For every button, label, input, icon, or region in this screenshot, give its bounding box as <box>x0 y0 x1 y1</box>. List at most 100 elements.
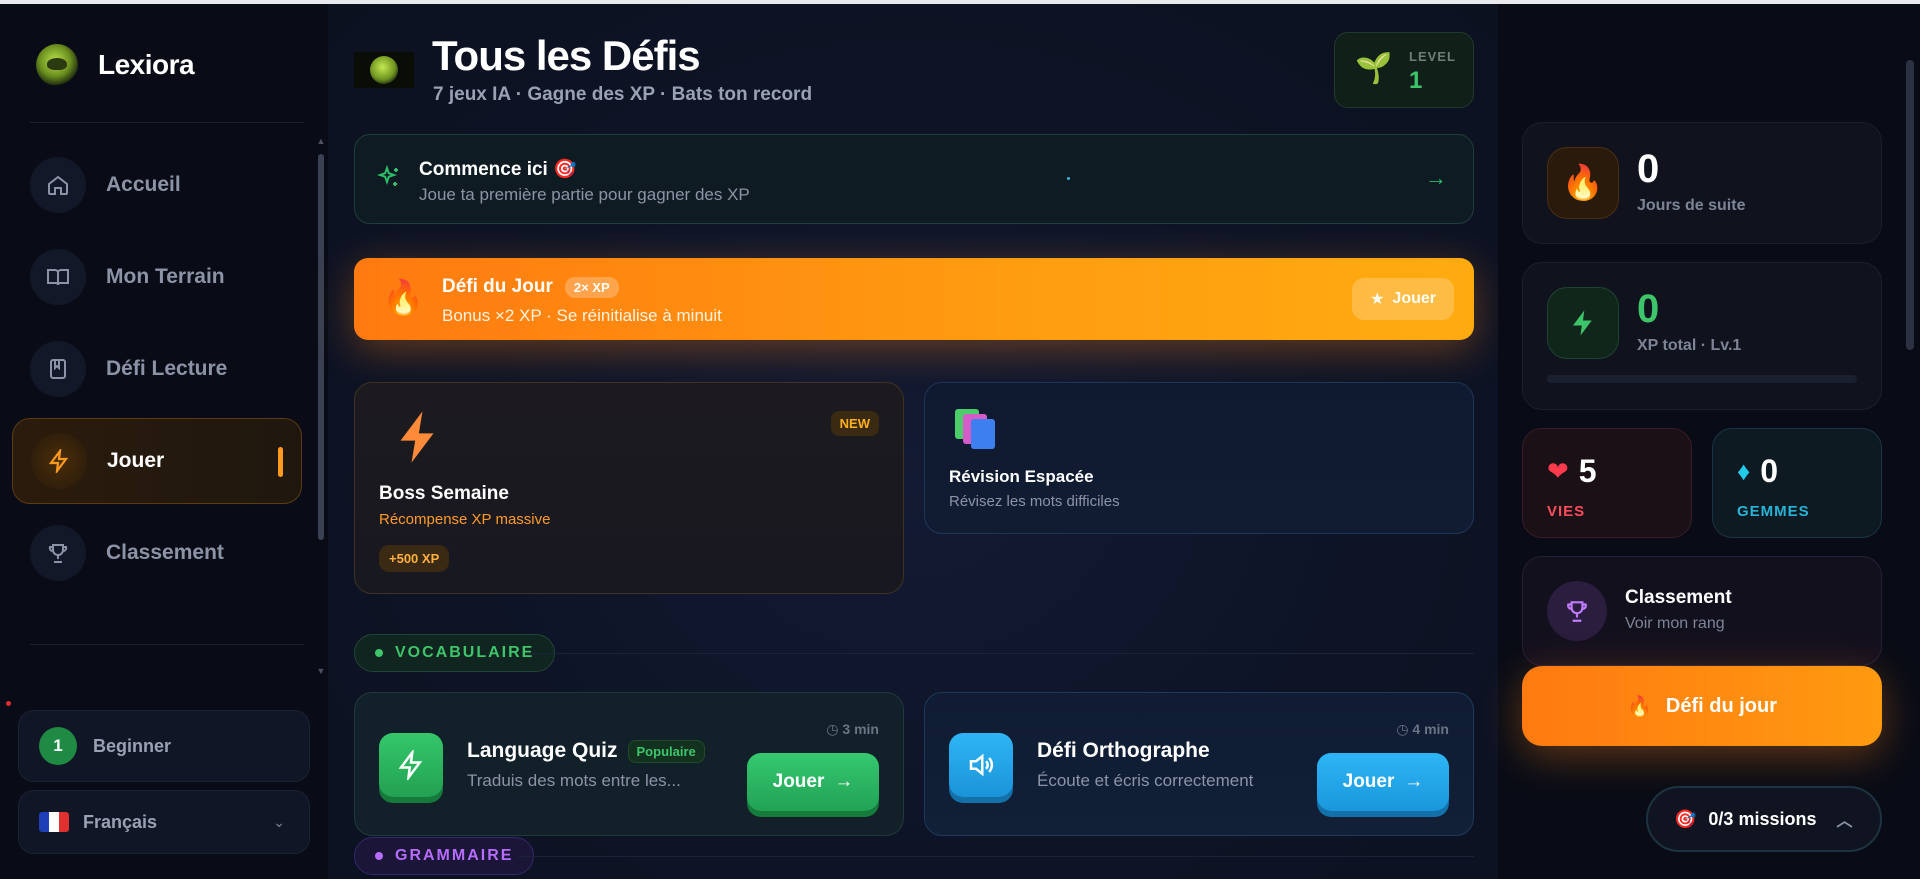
section-vocabulaire: VOCABULAIRE <box>354 634 556 672</box>
france-flag-icon <box>39 812 69 832</box>
diamond-icon: ♦ <box>1737 456 1751 486</box>
lightning-icon <box>379 733 443 797</box>
flame-icon: 🔥 <box>1547 147 1619 219</box>
leaderboard-subtitle: Voir mon rang <box>1625 615 1725 632</box>
notification-dot <box>6 701 11 706</box>
daily-play-button[interactable]: ★ Jouer <box>1352 278 1454 320</box>
book-icon <box>30 341 86 397</box>
streak-value: 0 <box>1637 147 1660 191</box>
level-number-badge: 1 <box>39 727 77 765</box>
sidebar-item-label: Défi Lecture <box>106 357 228 380</box>
xp-reward-badge: +500 XP <box>379 545 450 572</box>
sparkles-icon <box>376 164 401 196</box>
language-label: Français <box>83 811 158 832</box>
daily-challenge-button[interactable]: 🔥 Défi du jour <box>1522 666 1882 746</box>
missions-label: 0/3 missions <box>1708 808 1817 829</box>
start-here-card[interactable]: Commence ici 🎯 Joue ta première partie p… <box>354 134 1474 224</box>
level-label: Beginner <box>93 735 172 756</box>
gems-card: ♦ 0 GEMMES <box>1712 428 1882 538</box>
xp-value: 0 <box>1637 287 1660 331</box>
sidebar-item-mon-terrain[interactable]: Mon Terrain <box>12 234 302 320</box>
daily-challenge-banner[interactable]: 🔥 Défi du Jour 2× XP Bonus ×2 XP · Se ré… <box>354 258 1474 340</box>
leaderboard-title: Classement <box>1625 587 1732 608</box>
brand[interactable]: Lexiora <box>36 44 195 86</box>
duration-value: 4 min <box>1412 721 1449 737</box>
arrow-right-icon: → <box>834 771 854 792</box>
boss-title: Boss Semaine <box>379 483 509 504</box>
xp-multiplier-badge: 2× XP <box>564 276 619 298</box>
clock-icon: ◷ <box>1396 721 1409 737</box>
sprout-icon: 🌱 <box>1355 52 1393 85</box>
play-quiz-button[interactable]: Jouer → <box>747 753 879 811</box>
arrow-right-icon: → <box>1425 165 1447 190</box>
brand-name: Lexiora <box>98 49 195 80</box>
scroll-thumb[interactable] <box>318 154 324 540</box>
game-title: Language Quiz <box>467 739 618 762</box>
trophy-icon <box>1547 581 1607 641</box>
spaced-revision-card[interactable]: Révision Espacée Révisez les mots diffic… <box>924 382 1474 534</box>
page-title: Tous les Défis <box>432 32 701 79</box>
new-badge: NEW <box>830 411 879 436</box>
daily-subtitle: Bonus ×2 XP · Se réinitialise à minuit <box>442 306 722 325</box>
streak-card: 🔥 0 Jours de suite <box>1522 122 1882 244</box>
level-value: 1 <box>1409 67 1423 94</box>
daily-challenge-label: Défi du jour <box>1665 694 1777 717</box>
sidebar: Lexiora Accueil Mon Terrain Défi Lecture <box>0 4 328 879</box>
window-scrollbar[interactable] <box>1906 60 1914 350</box>
language-quiz-card[interactable]: ◷ 3 min Language Quiz Populaire Traduis … <box>354 692 904 836</box>
scroll-up-icon[interactable]: ▲ <box>316 136 326 146</box>
section-divider <box>518 856 1474 857</box>
duration-value: 3 min <box>842 721 879 737</box>
lightning-icon <box>1547 287 1619 359</box>
play-label: Jouer <box>772 771 825 792</box>
section-divider <box>528 653 1474 654</box>
lightning-icon <box>395 409 439 477</box>
game-subtitle: Écoute et écris correctement <box>1037 771 1254 790</box>
game-subtitle: Traduis des mots entre les... <box>467 771 681 790</box>
page-subtitle: 7 jeux IA · Gagne des XP · Bats ton reco… <box>433 84 813 105</box>
orthographe-card[interactable]: ◷ 4 min Défi Orthographe Écoute et écris… <box>924 692 1474 836</box>
trophy-icon <box>30 525 86 581</box>
lives-label: VIES <box>1547 503 1586 520</box>
play-label: Jouer <box>1342 771 1395 792</box>
revision-subtitle: Révisez les mots difficiles <box>949 493 1120 510</box>
sidebar-item-defi-lecture[interactable]: Défi Lecture <box>12 326 302 412</box>
section-grammaire: GRAMMAIRE <box>354 837 535 875</box>
sidebar-divider <box>30 644 304 645</box>
mascot-avatar <box>354 52 414 88</box>
leaderboard-card[interactable]: Classement Voir mon rang <box>1522 556 1882 666</box>
sidebar-nav: Accueil Mon Terrain Défi Lecture Jouer C… <box>12 142 302 602</box>
language-select[interactable]: Français ⌄ <box>18 790 310 854</box>
section-label-pill: VOCABULAIRE <box>354 634 556 672</box>
main-content: Tous les Défis 7 jeux IA · Gagne des XP … <box>328 4 1498 879</box>
flame-icon: 🔥 <box>1626 695 1652 718</box>
flame-icon: 🔥 <box>382 279 425 317</box>
arrow-right-icon: → <box>1404 771 1424 792</box>
sidebar-item-jouer[interactable]: Jouer <box>12 418 302 504</box>
missions-toggle[interactable]: 🎯 0/3 missions ︿ <box>1646 786 1882 852</box>
boss-week-card[interactable]: NEW Boss Semaine Récompense XP massive +… <box>354 382 904 594</box>
section-label-pill: GRAMMAIRE <box>354 837 535 875</box>
duration-label: ◷ 3 min <box>826 721 879 738</box>
section-label: GRAMMAIRE <box>395 847 514 864</box>
scroll-down-icon[interactable]: ▼ <box>316 666 326 676</box>
level-badge: 🌱 LEVEL 1 <box>1334 32 1474 108</box>
revision-title: Révision Espacée <box>949 467 1094 486</box>
speaker-icon <box>949 733 1013 797</box>
sidebar-item-classement[interactable]: Classement <box>12 510 302 596</box>
streak-label: Jours de suite <box>1637 197 1746 214</box>
sidebar-item-accueil[interactable]: Accueil <box>12 142 302 228</box>
duration-label: ◷ 4 min <box>1396 721 1449 738</box>
gems-row: ♦ 0 <box>1737 453 1778 490</box>
sidebar-scrollbar[interactable]: ▲ ▼ <box>316 136 326 678</box>
play-orthographe-button[interactable]: Jouer → <box>1317 753 1449 811</box>
home-icon <box>30 157 86 213</box>
gems-value: 0 <box>1760 453 1779 489</box>
lives-card: ❤ 5 VIES <box>1522 428 1692 538</box>
game-title-row: Défi Orthographe <box>1037 739 1210 763</box>
level-indicator[interactable]: 1 Beginner <box>18 710 310 782</box>
heart-icon: ❤ <box>1547 456 1569 486</box>
game-title: Défi Orthographe <box>1037 739 1210 762</box>
book-open-icon <box>30 249 86 305</box>
chevron-up-icon: ︿ <box>1836 813 1853 830</box>
